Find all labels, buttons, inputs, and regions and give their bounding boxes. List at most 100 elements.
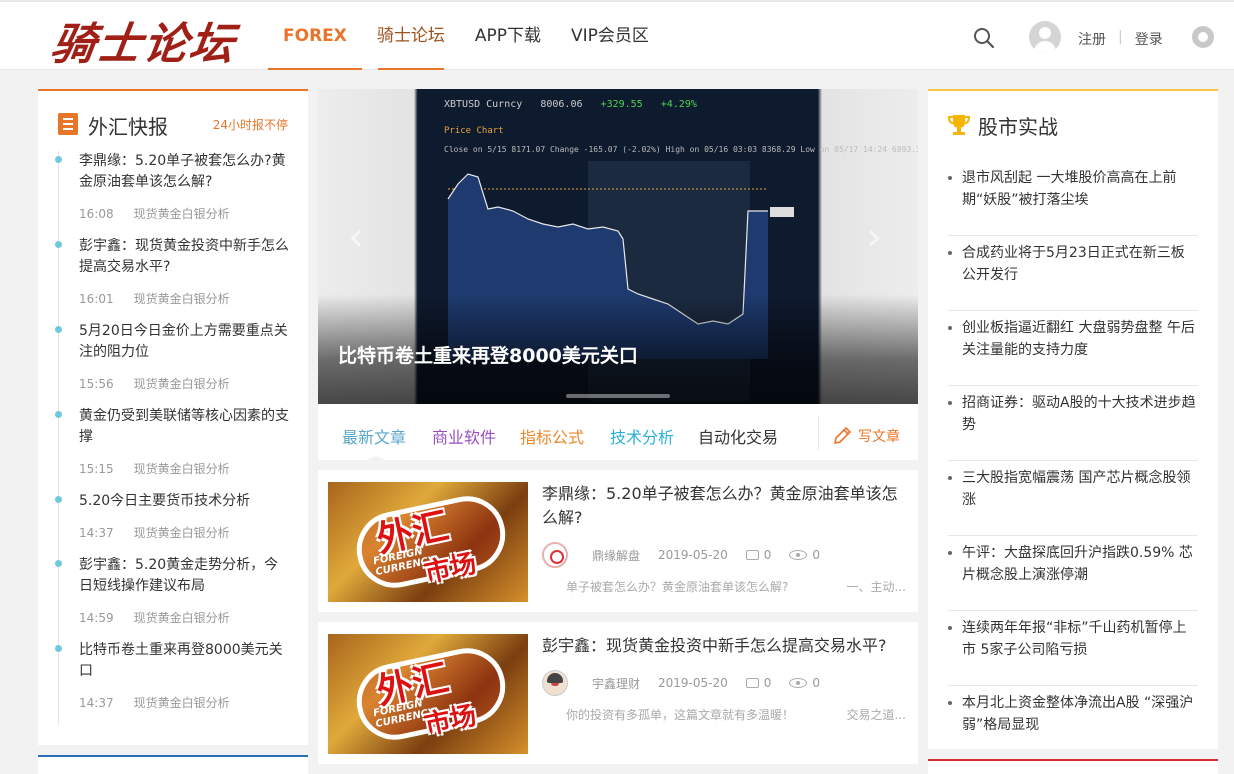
article-excerpt: 单子被套怎么办？黄金原油套单该怎么解? 一、主动...	[566, 580, 906, 594]
search-icon[interactable]	[972, 26, 996, 50]
author-avatar[interactable]	[542, 542, 568, 568]
stock-item-title[interactable]: 本月北上资金整体净流出A股 “深强沪弱”格局显现	[962, 692, 1198, 736]
article-date: 2019-05-20	[658, 548, 728, 562]
stock-item-title[interactable]: 连续两年年报“非标”千山药机暂停上市 5家子公司陷亏损	[962, 617, 1198, 661]
article-views: 0	[789, 676, 820, 690]
flash-item-meta: 14:59 现货黄金白银分析	[79, 609, 230, 626]
author-avatar[interactable]	[542, 670, 568, 696]
timeline-dot	[55, 496, 62, 503]
flash-item-title[interactable]: 5.20今日主要货币技术分析	[79, 491, 291, 512]
register-link[interactable]: 注册	[1078, 29, 1106, 49]
flash-item-title[interactable]: 比特币卷土重来再登8000美元关口	[79, 640, 291, 682]
featured-slider[interactable]: XBTUSD Curncy 8006.06 +329.55 +4.29% Pri…	[318, 89, 918, 404]
flash-item-category[interactable]: 现货黄金白银分析	[134, 462, 230, 476]
bullet	[948, 326, 952, 330]
stock-item[interactable]: 招商证券：驱动A股的十大技术进步趋势	[948, 386, 1198, 461]
stock-list: 退市风刮起 一大堆股价高高在上前期“妖股”被打落尘埃 合成药业将于5月23日正式…	[948, 161, 1198, 761]
timeline-dot	[55, 156, 62, 163]
tab-automated[interactable]: 自动化交易	[698, 424, 778, 448]
write-article-label: 写文章	[858, 429, 900, 445]
user-avatar[interactable]	[1029, 21, 1061, 53]
flash-item-meta: 16:08 现货黄金白银分析	[79, 205, 230, 222]
site-logo[interactable]: 骑士论坛	[48, 8, 241, 72]
tab-indicators[interactable]: 指标公式	[520, 424, 584, 448]
flash-item-category[interactable]: 现货黄金白银分析	[134, 292, 230, 306]
slider-caption[interactable]: 比特币卷土重来再登8000美元关口	[338, 341, 638, 368]
stock-item-title[interactable]: 午评：大盘探底回升沪指跌0.59% 芯片概念股上演涨停潮	[962, 542, 1198, 586]
stock-item[interactable]: 合成药业将于5月23日正式在新三板公开发行	[948, 236, 1198, 311]
login-link[interactable]: 登录	[1135, 29, 1163, 49]
article-date: 2019-05-20	[658, 676, 728, 690]
tab-technical[interactable]: 技术分析	[610, 424, 674, 448]
tab-latest[interactable]: 最新文章	[342, 424, 406, 448]
flash-item-category[interactable]: 现货黄金白银分析	[134, 526, 230, 540]
flash-item-category[interactable]: 现货黄金白银分析	[134, 611, 230, 625]
article-meta: 宇鑫理财 2019-05-20 0 0	[542, 670, 838, 696]
nav-forum[interactable]: 骑士论坛	[362, 2, 460, 70]
article-thumbnail[interactable]: 外汇 FOREIGN CURRENCY 市场	[328, 634, 528, 754]
nav-vip[interactable]: VIP会员区	[556, 2, 664, 70]
eye-icon	[789, 678, 808, 688]
slider-next-icon[interactable]: ›	[866, 217, 896, 257]
flash-item-category[interactable]: 现货黄金白银分析	[134, 377, 230, 391]
flash-item-category[interactable]: 现货黄金白银分析	[134, 207, 230, 221]
nav-app-download[interactable]: APP下载	[460, 2, 556, 70]
theme-toggle-icon[interactable]	[1192, 26, 1214, 48]
stock-item[interactable]: 三大股指宽幅震荡 国产芯片概念股领涨	[948, 461, 1198, 536]
main-nav: FOREX 骑士论坛 APP下载 VIP会员区	[268, 2, 664, 70]
article-card[interactable]: 外汇 FOREIGN CURRENCY 市场 李鼎缘：5.20单子被套怎么办？黄金…	[318, 470, 918, 612]
stock-item-title[interactable]: 合成药业将于5月23日正式在新三板公开发行	[962, 242, 1198, 286]
flash-item[interactable]: 5.20今日主要货币技术分析 14:37 现货黄金白银分析	[55, 491, 298, 555]
flash-item[interactable]: 李鼎缘：5.20单子被套怎么办?黄金原油套单该怎么解? 16:08 现货黄金白银分…	[55, 151, 298, 236]
stock-item[interactable]: 退市风刮起 一大堆股价高高在上前期“妖股”被打落尘埃	[948, 161, 1198, 236]
article-comments: 0	[745, 676, 771, 690]
article-thumbnail[interactable]: 外汇 FOREIGN CURRENCY 市场	[328, 482, 528, 602]
flash-news-subtitle: 24小时报不停	[212, 118, 288, 132]
slider-prev-icon[interactable]: ‹	[348, 217, 378, 257]
flash-item-category[interactable]: 现货黄金白银分析	[134, 696, 230, 710]
bullet	[948, 701, 952, 705]
stock-item-title[interactable]: 三大股指宽幅震荡 国产芯片概念股领涨	[962, 467, 1198, 511]
flash-item[interactable]: 5月20日今日金价上方需要重点关注的阻力位 15:56 现货黄金白银分析	[55, 321, 298, 406]
article-card[interactable]: 外汇 FOREIGN CURRENCY 市场 彭宇鑫：现货黄金投资中新手怎么提高交…	[318, 622, 918, 764]
flash-item-time: 15:56	[79, 377, 114, 391]
flash-news-header: 外汇快报 24小时报不停	[38, 91, 308, 155]
article-tabs: 最新文章 商业软件 指标公式 技术分析 自动化交易 写文章	[318, 404, 918, 464]
write-article-button[interactable]: 写文章	[832, 426, 900, 446]
nav-forex[interactable]: FOREX	[268, 2, 362, 70]
next-panel-left	[38, 755, 308, 774]
stock-item-title[interactable]: 招商证券：驱动A股的十大技术进步趋势	[962, 392, 1198, 436]
flash-item[interactable]: 彭宇鑫：5.20黄金走势分析，今日短线操作建议布局 14:59 现货黄金白银分析	[55, 555, 298, 640]
auth-links: 注册 | 登录	[1078, 29, 1163, 49]
flash-item-title[interactable]: 彭宇鑫：现货黄金投资中新手怎么提高交易水平?	[79, 236, 291, 278]
article-author[interactable]: 宇鑫理财	[592, 675, 640, 692]
flash-item-title[interactable]: 黄金仍受到美联储等核心因素的支撑	[79, 406, 291, 448]
flash-item[interactable]: 彭宇鑫：现货黄金投资中新手怎么提高交易水平? 16:01 现货黄金白银分析	[55, 236, 298, 321]
tab-software[interactable]: 商业软件	[432, 424, 496, 448]
timeline-dot	[55, 326, 62, 333]
stock-item[interactable]: 午评：大盘探底回升沪指跌0.59% 芯片概念股上演涨停潮	[948, 536, 1198, 611]
list-icon	[58, 113, 78, 135]
flash-item-time: 14:37	[79, 696, 114, 710]
stock-item[interactable]: 本月北上资金整体净流出A股 “深强沪弱”格局显现	[948, 686, 1198, 761]
article-title[interactable]: 李鼎缘：5.20单子被套怎么办？黄金原油套单该怎么解?	[542, 482, 902, 530]
stock-item-title[interactable]: 创业板指逼近翻红 大盘弱势盘整 午后关注量能的支持力度	[962, 317, 1198, 361]
stock-panel-title: 股市实战	[978, 115, 1058, 139]
flash-item[interactable]: 黄金仍受到美联储等核心因素的支撑 15:15 现货黄金白银分析	[55, 406, 298, 491]
flash-item-title[interactable]: 5月20日今日金价上方需要重点关注的阻力位	[79, 321, 291, 363]
comment-icon	[745, 678, 759, 688]
flash-news-title: 外汇快报	[88, 115, 168, 139]
article-title[interactable]: 彭宇鑫：现货黄金投资中新手怎么提高交易水平?	[542, 634, 902, 658]
slider-pagination[interactable]	[566, 394, 670, 398]
stock-item[interactable]: 创业板指逼近翻红 大盘弱势盘整 午后关注量能的支持力度	[948, 311, 1198, 386]
stock-item-title[interactable]: 退市风刮起 一大堆股价高高在上前期“妖股”被打落尘埃	[962, 167, 1198, 211]
timeline-dot	[55, 560, 62, 567]
flash-item[interactable]: 比特币卷土重来再登8000美元关口 14:37 现货黄金白银分析	[55, 640, 298, 725]
bullet	[948, 626, 952, 630]
flash-item-title[interactable]: 彭宇鑫：5.20黄金走势分析，今日短线操作建议布局	[79, 555, 291, 597]
article-author[interactable]: 鼎缘解盘	[592, 547, 640, 564]
flash-item-title[interactable]: 李鼎缘：5.20单子被套怎么办?黄金原油套单该怎么解?	[79, 151, 291, 193]
stock-item[interactable]: 连续两年年报“非标”千山药机暂停上市 5家子公司陷亏损	[948, 611, 1198, 686]
tab-divider	[818, 416, 819, 450]
flash-item-time: 16:01	[79, 292, 114, 306]
